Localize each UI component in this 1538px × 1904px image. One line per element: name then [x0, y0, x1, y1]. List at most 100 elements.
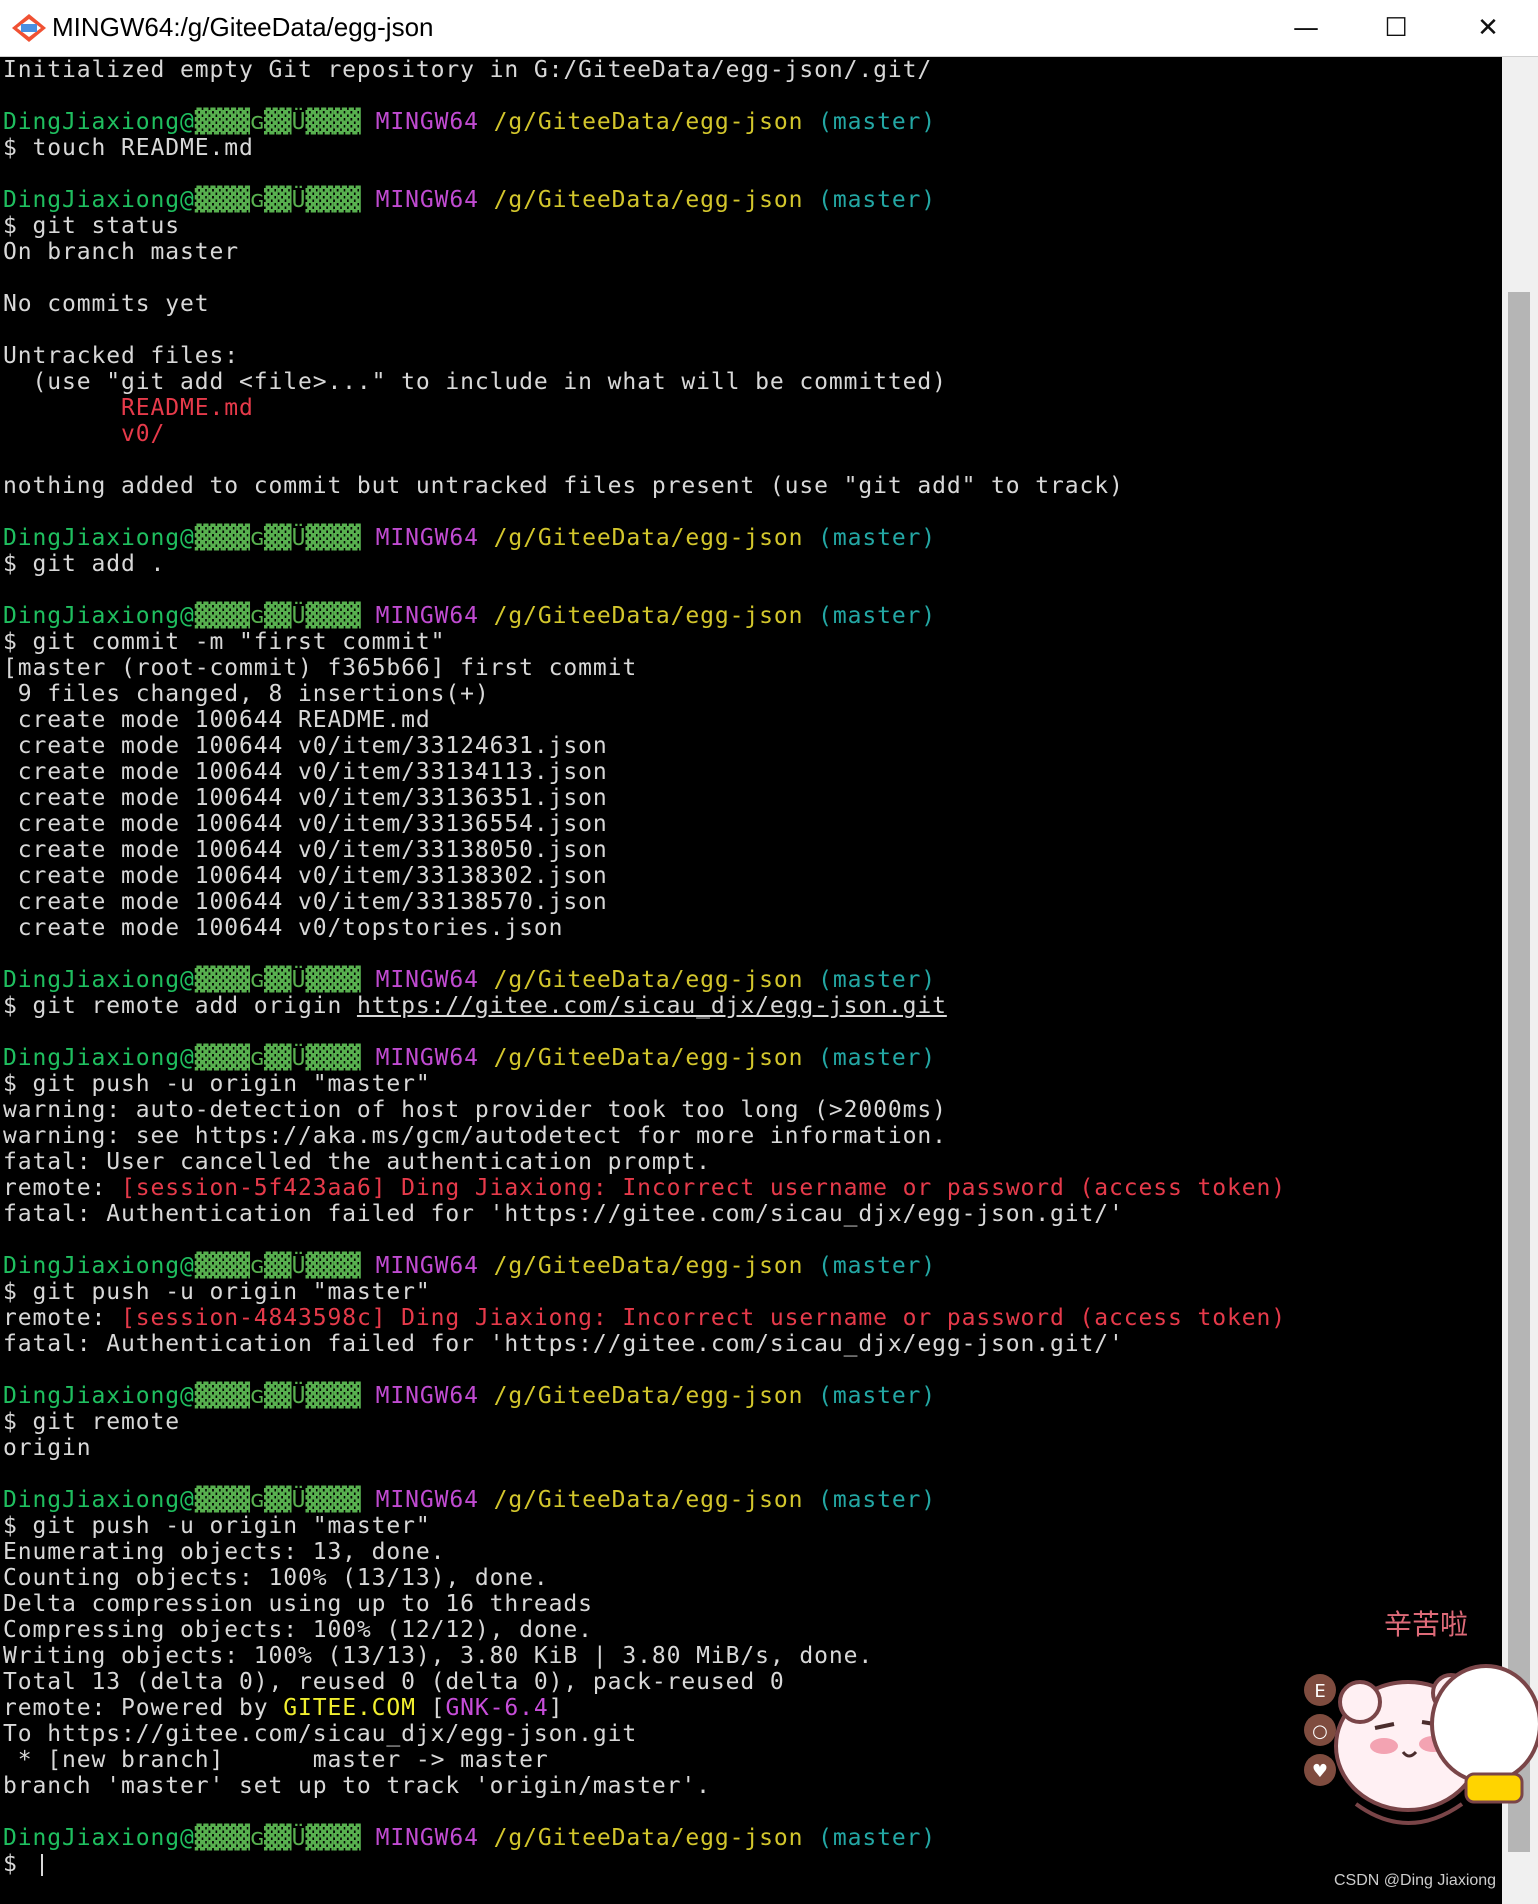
create-line: create mode 100644 v0/item/33136351.json — [3, 785, 608, 811]
sticker-image: 辛苦啦 E ○ ♥ — [1304, 1608, 1538, 1825]
prompt-shell: MINGW64 — [375, 1383, 479, 1409]
prompt-line: DingJiaxiong@▓▓▓▓ɢ▓▓Ü▓▓▓▓ MINGW64 /g/Git… — [3, 1045, 1502, 1071]
prompt-shell: MINGW64 — [375, 109, 479, 135]
command-line: $ git commit -m "first commit" — [3, 629, 446, 655]
output-line: Enumerating objects: 13, done. — [3, 1539, 446, 1565]
output-line: Untracked files: — [3, 343, 239, 369]
command-line: $ touch README.md — [3, 135, 254, 161]
git-bash-icon — [12, 14, 46, 42]
untracked-file: README.md — [3, 395, 254, 421]
prompt-branch: (master) — [818, 525, 937, 551]
prompt-path: /g/GiteeData/egg-json — [493, 525, 804, 551]
prompt-line: DingJiaxiong@▓▓▓▓ɢ▓▓Ü▓▓▓▓ MINGW64 /g/Git… — [3, 187, 1502, 213]
prompt-path: /g/GiteeData/egg-json — [493, 967, 804, 993]
prompt-host-masked: ▓▓▓▓ɢ▓▓Ü▓▓▓▓ — [194, 603, 361, 629]
title-bar[interactable]: MINGW64:/g/GiteeData/egg-json — ☐ ✕ — [0, 0, 1538, 57]
output-line: origin — [3, 1435, 92, 1461]
untracked-folder: v0/ — [3, 421, 166, 447]
prompt-user: DingJiaxiong@ — [3, 603, 195, 629]
prompt-branch: (master) — [818, 1487, 937, 1513]
sticker-badge-e: E — [1314, 1681, 1325, 1702]
prompt-host-masked: ▓▓▓▓ɢ▓▓Ü▓▓▓▓ — [194, 109, 361, 135]
command-line: $ git add . — [3, 551, 166, 577]
prompt-shell: MINGW64 — [375, 1825, 479, 1851]
output-line: Writing objects: 100% (13/13), 3.80 KiB … — [3, 1643, 874, 1669]
prompt-branch: (master) — [818, 1825, 937, 1851]
prompt-user: DingJiaxiong@ — [3, 525, 195, 551]
prompt-line: DingJiaxiong@▓▓▓▓ɢ▓▓Ü▓▓▓▓ MINGW64 /g/Git… — [3, 1253, 1502, 1279]
remote-prefix: remote: — [3, 1175, 121, 1201]
prompt-host-masked: ▓▓▓▓ɢ▓▓Ü▓▓▓▓ — [194, 1825, 361, 1851]
prompt-branch: (master) — [818, 1383, 937, 1409]
prompt-user: DingJiaxiong@ — [3, 1487, 195, 1513]
gnk-bracket-open: [ — [415, 1695, 446, 1721]
prompt-line: DingJiaxiong@▓▓▓▓ɢ▓▓Ü▓▓▓▓ MINGW64 /g/Git… — [3, 1383, 1502, 1409]
terminal-output[interactable]: Initialized empty Git repository in G:/G… — [0, 57, 1502, 1904]
output-line: No commits yet — [3, 291, 210, 317]
create-line: create mode 100644 v0/item/33124631.json — [3, 733, 608, 759]
prompt-branch: (master) — [818, 109, 937, 135]
command-line: $ git push -u origin "master" — [3, 1071, 431, 1097]
prompt-path: /g/GiteeData/egg-json — [493, 1487, 804, 1513]
minimize-button[interactable]: — — [1260, 0, 1352, 56]
session-error: [session-5f423aa6] Ding Jiaxiong: Incorr… — [120, 1175, 1287, 1201]
output-line: (use "git add <file>..." to include in w… — [3, 369, 947, 395]
warning-line: warning: auto-detection of host provider… — [3, 1097, 947, 1123]
remote-url-link[interactable]: https://gitee.com/sicau_djx/egg-json.git — [357, 993, 947, 1019]
prompt-branch: (master) — [818, 967, 937, 993]
gnk-bracket-close: ] — [548, 1695, 564, 1721]
command-line: $ git push -u origin "master" — [3, 1513, 431, 1539]
prompt-branch: (master) — [818, 1045, 937, 1071]
prompt-shell: MINGW64 — [375, 603, 479, 629]
create-line: create mode 100644 v0/item/33134113.json — [3, 759, 608, 785]
fatal-line: fatal: Authentication failed for 'https:… — [3, 1331, 1124, 1357]
gitee-label: GITEE.COM — [283, 1695, 416, 1721]
output-line: branch 'master' set up to track 'origin/… — [3, 1773, 711, 1799]
powered-prefix: remote: Powered by — [3, 1695, 284, 1721]
output-line: Counting objects: 100% (13/13), done. — [3, 1565, 549, 1591]
prompt-line: DingJiaxiong@▓▓▓▓ɢ▓▓Ü▓▓▓▓ MINGW64 /g/Git… — [3, 967, 1502, 993]
output-line: Total 13 (delta 0), reused 0 (delta 0), … — [3, 1669, 785, 1695]
remote-prefix: remote: — [3, 1305, 121, 1331]
prompt-path: /g/GiteeData/egg-json — [493, 603, 804, 629]
create-line: create mode 100644 v0/item/33138050.json — [3, 837, 608, 863]
command-line: $ git push -u origin "master" — [3, 1279, 431, 1305]
output-line: 9 files changed, 8 insertions(+) — [3, 681, 490, 707]
final-prompt: $ — [3, 1851, 33, 1877]
prompt-user: DingJiaxiong@ — [3, 1383, 195, 1409]
command-line: $ git remote — [3, 1409, 180, 1435]
session-error: [session-4843598c] Ding Jiaxiong: Incorr… — [120, 1305, 1287, 1331]
prompt-path: /g/GiteeData/egg-json — [493, 1825, 804, 1851]
close-button[interactable]: ✕ — [1442, 0, 1534, 56]
prompt-path: /g/GiteeData/egg-json — [493, 1383, 804, 1409]
prompt-branch: (master) — [818, 603, 937, 629]
command-text: $ git remote add origin — [3, 993, 357, 1019]
prompt-user: DingJiaxiong@ — [3, 967, 195, 993]
init-line: Initialized empty Git repository in G:/G… — [3, 57, 933, 83]
prompt-host-masked: ▓▓▓▓ɢ▓▓Ü▓▓▓▓ — [194, 187, 361, 213]
fatal-line: fatal: Authentication failed for 'https:… — [3, 1201, 1124, 1227]
maximize-button[interactable]: ☐ — [1350, 0, 1442, 56]
prompt-shell: MINGW64 — [375, 967, 479, 993]
terminal-window: MINGW64:/g/GiteeData/egg-json — ☐ ✕ Init… — [0, 0, 1538, 1904]
prompt-line: DingJiaxiong@▓▓▓▓ɢ▓▓Ü▓▓▓▓ MINGW64 /g/Git… — [3, 1487, 1502, 1513]
output-line: To https://gitee.com/sicau_djx/egg-json.… — [3, 1721, 638, 1747]
prompt-host-masked: ▓▓▓▓ɢ▓▓Ü▓▓▓▓ — [194, 525, 361, 551]
final-command-line[interactable]: $ — [3, 1851, 1502, 1877]
prompt-host-masked: ▓▓▓▓ɢ▓▓Ü▓▓▓▓ — [194, 967, 361, 993]
output-line: On branch master — [3, 239, 239, 265]
output-line: [master (root-commit) f365b66] first com… — [3, 655, 638, 681]
create-line: create mode 100644 v0/item/33138302.json — [3, 863, 608, 889]
prompt-user: DingJiaxiong@ — [3, 187, 195, 213]
prompt-user: DingJiaxiong@ — [3, 1045, 195, 1071]
output-line: Compressing objects: 100% (12/12), done. — [3, 1617, 593, 1643]
prompt-user: DingJiaxiong@ — [3, 1253, 195, 1279]
output-line: nothing added to commit but untracked fi… — [3, 473, 1124, 499]
create-line: create mode 100644 v0/topstories.json — [3, 915, 564, 941]
prompt-branch: (master) — [818, 1253, 937, 1279]
gnk-label: GNK-6.4 — [445, 1695, 549, 1721]
prompt-user: DingJiaxiong@ — [3, 1825, 195, 1851]
prompt-host-masked: ▓▓▓▓ɢ▓▓Ü▓▓▓▓ — [194, 1487, 361, 1513]
prompt-line: DingJiaxiong@▓▓▓▓ɢ▓▓Ü▓▓▓▓ MINGW64 /g/Git… — [3, 1825, 1502, 1851]
prompt-line: DingJiaxiong@▓▓▓▓ɢ▓▓Ü▓▓▓▓ MINGW64 /g/Git… — [3, 525, 1502, 551]
